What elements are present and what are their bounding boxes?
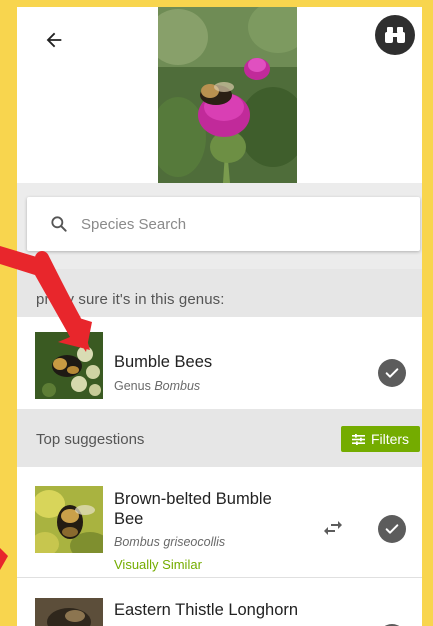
suggestions-header-label: Top suggestions [36, 431, 145, 448]
genus-thumbnail [35, 332, 103, 399]
suggestion-scientific-name: Bombus griseocollis [114, 535, 226, 549]
select-genus-button[interactable] [378, 359, 406, 387]
compare-button[interactable] [320, 515, 346, 541]
checkmark-icon [385, 524, 399, 534]
top-bar [17, 7, 422, 183]
suggestion-thumbnail [35, 598, 103, 626]
genus-section-header: pretty sure it's in this genus: [17, 269, 422, 317]
genus-latin: Bombus [154, 379, 201, 393]
compare-swap-icon [324, 521, 342, 535]
suggestion-thumbnail [35, 486, 103, 553]
genus-scientific-name: Genus Bombus [114, 379, 200, 393]
suggestion-common-name: Eastern Thistle Longhorn [114, 601, 299, 619]
suggestion-common-name: Brown-belted Bumble Bee [114, 490, 272, 528]
filters-label: Filters [370, 431, 410, 447]
suggestions-header: Top suggestions Filters [17, 409, 422, 467]
genus-rank: Genus [114, 379, 151, 393]
red-line-fragment [0, 548, 8, 570]
species-search-input[interactable] [79, 214, 383, 234]
app-screen: pretty sure it's in this genus: Bumble B… [17, 7, 422, 626]
search-icon [51, 216, 67, 232]
binoculars-button[interactable] [375, 15, 415, 55]
checkmark-icon [385, 368, 399, 378]
filters-icon [351, 433, 365, 445]
visually-similar-badge: Visually Similar [114, 557, 202, 572]
observation-photo [158, 7, 297, 183]
filters-button[interactable]: Filters [341, 426, 420, 452]
suggestion-row[interactable]: Eastern Thistle Longhorn [17, 578, 422, 626]
suggestion-row[interactable]: Brown-belted Bumble Bee Bombus griseocol… [17, 467, 422, 578]
genus-common-name: Bumble Bees [114, 353, 213, 371]
genus-result-row[interactable]: Bumble Bees Genus Bombus [17, 317, 422, 409]
genus-header-text: pretty sure it's in this genus: [36, 291, 225, 308]
binoculars-icon [385, 27, 405, 43]
select-species-button[interactable] [378, 515, 406, 543]
back-button[interactable] [39, 25, 69, 55]
species-search-box[interactable] [27, 197, 420, 251]
arrow-left-icon [46, 32, 62, 48]
search-area [17, 183, 422, 269]
